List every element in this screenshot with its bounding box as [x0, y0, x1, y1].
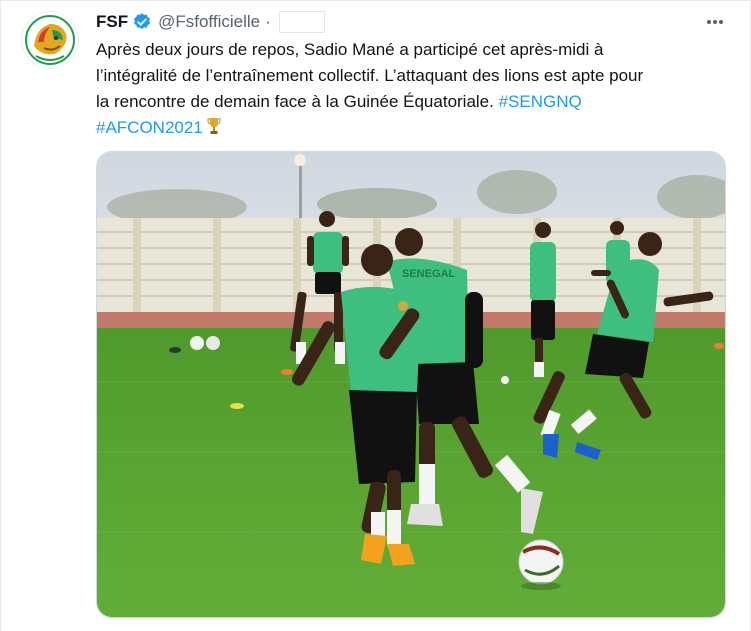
author-handle[interactable]: @Fsfofficielle: [158, 12, 260, 32]
trophy-icon: [207, 116, 221, 136]
tweet-text-line-1: Après deux jours de repos, Sadio Mané a …: [96, 40, 604, 59]
more-options-button[interactable]: [702, 9, 728, 35]
tweet-text-line-4: #AFCON2021: [96, 115, 726, 141]
tweet-card[interactable]: FSF @Fsfofficielle · Après deux jours de…: [0, 0, 751, 631]
tweet-text-line-3-body: la rencontre de demain face à la Guinée …: [96, 92, 499, 111]
hashtag-sengnq[interactable]: #SENGNQ: [499, 92, 582, 111]
more-horizontal-icon: [707, 20, 723, 24]
timestamp-redacted[interactable]: [278, 11, 325, 33]
tweet-text: Après deux jours de repos, Sadio Mané a …: [96, 37, 726, 141]
training-photo: SENEGAL: [97, 152, 725, 617]
separator-dot: ·: [265, 12, 271, 31]
tweet-photo[interactable]: SENEGAL: [96, 151, 726, 618]
shirt-text: SENEGAL: [402, 268, 455, 280]
tweet-text-line-3: la rencontre de demain face à la Guinée …: [96, 89, 726, 115]
tweet-text-line-2: l’intégralité de l’entraînement collecti…: [96, 66, 644, 85]
fsf-lion-logo-icon: [23, 13, 77, 67]
avatar[interactable]: [21, 11, 79, 69]
tweet-header: FSF @Fsfofficielle ·: [96, 11, 325, 33]
author-display-name[interactable]: FSF: [96, 12, 128, 32]
verified-badge-icon: [132, 12, 152, 32]
hashtag-afcon2021[interactable]: #AFCON2021: [96, 118, 203, 137]
